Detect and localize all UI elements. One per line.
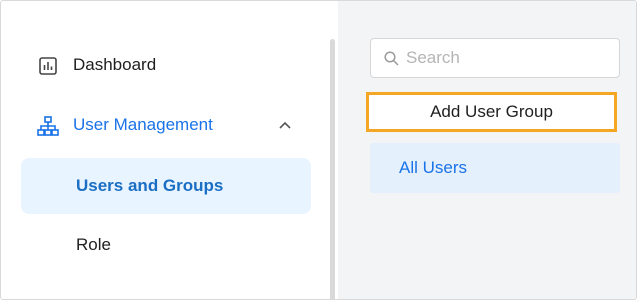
group-list-item-all-users[interactable]: All Users [370,143,620,193]
group-label: All Users [399,158,468,177]
org-chart-icon [37,115,59,137]
sidebar-item-role[interactable]: Role [21,217,311,273]
add-user-group-button[interactable]: Add User Group [366,92,617,132]
chevron-up-icon[interactable] [277,117,293,133]
chart-icon [37,55,59,77]
sidebar-item-dashboard[interactable]: Dashboard [21,37,311,93]
search-box[interactable] [370,38,620,78]
sidebar-item-label: Dashboard [73,55,157,74]
sidebar-item-user-management[interactable]: User Management [21,97,311,153]
sidebar-item-label: User Management [73,115,213,134]
group-panel: Add User Group All Users [338,1,636,299]
sidebar: Dashboard User Management Users and Grou… [1,1,338,299]
sidebar-item-label: Role [76,235,111,254]
search-icon [383,50,399,66]
sidebar-item-users-and-groups[interactable]: Users and Groups [21,158,311,214]
search-input[interactable] [406,48,606,68]
sidebar-item-label: Users and Groups [76,176,224,195]
app-window: Dashboard User Management Users and Grou… [0,0,637,300]
sidebar-scrollbar[interactable] [330,39,335,299]
